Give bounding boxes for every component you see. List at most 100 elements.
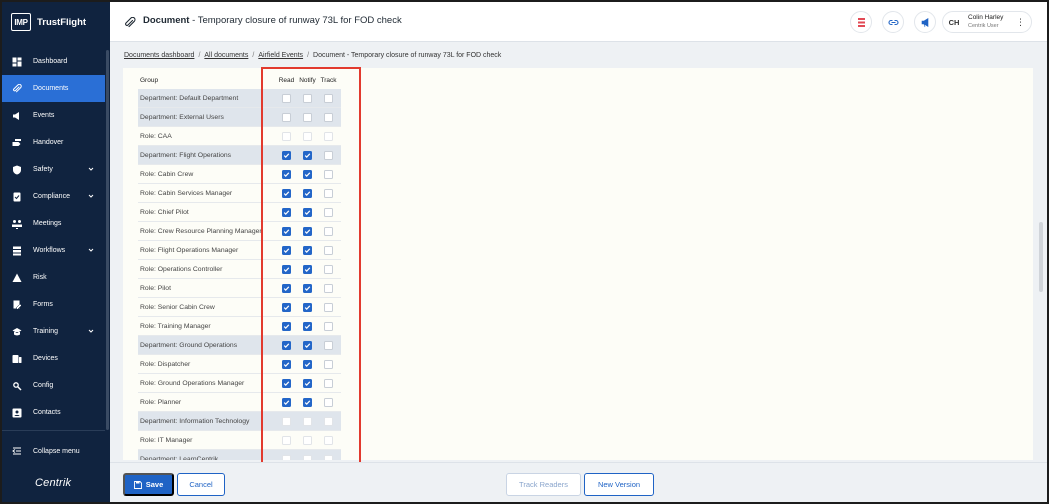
track-checkbox[interactable] [324, 188, 333, 198]
notify-checkbox[interactable] [303, 321, 312, 331]
group-name: Role: Training Manager [140, 322, 211, 330]
track-checkbox[interactable] [324, 264, 333, 274]
sidebar-item-meetings[interactable]: Meetings [2, 210, 105, 237]
track-checkbox[interactable] [324, 283, 333, 293]
table-row: Role: Ground Operations Manager [138, 374, 341, 393]
track-checkbox[interactable] [324, 131, 333, 141]
read-checkbox[interactable] [282, 321, 291, 331]
notify-checkbox[interactable] [303, 378, 312, 388]
notify-checkbox[interactable] [303, 454, 312, 460]
notify-checkbox[interactable] [303, 131, 312, 141]
track-checkbox[interactable] [324, 340, 333, 350]
read-checkbox[interactable] [282, 378, 291, 388]
track-checkbox[interactable] [324, 397, 333, 407]
read-checkbox[interactable] [282, 454, 291, 460]
notify-checkbox[interactable] [303, 150, 312, 160]
track-checkbox[interactable] [324, 321, 333, 331]
track-checkbox[interactable] [324, 359, 333, 369]
contacts-icon [12, 408, 22, 418]
track-checkbox[interactable] [324, 150, 333, 160]
notify-checkbox[interactable] [303, 283, 312, 293]
track-checkbox[interactable] [324, 169, 333, 179]
content-scrollbar[interactable] [1039, 222, 1043, 292]
read-cell [276, 150, 297, 160]
read-checkbox[interactable] [282, 416, 291, 426]
read-checkbox[interactable] [282, 397, 291, 407]
notify-checkbox[interactable] [303, 226, 312, 236]
notify-checkbox[interactable] [303, 188, 312, 198]
notify-checkbox[interactable] [303, 435, 312, 445]
notify-checkbox[interactable] [303, 302, 312, 312]
notify-checkbox[interactable] [303, 245, 312, 255]
track-checkbox[interactable] [324, 207, 333, 217]
read-checkbox[interactable] [282, 207, 291, 217]
read-checkbox[interactable] [282, 112, 291, 122]
read-checkbox[interactable] [282, 302, 291, 312]
read-checkbox[interactable] [282, 226, 291, 236]
read-cell [276, 359, 297, 369]
breadcrumb-airfield-events[interactable]: Airfield Events [258, 52, 303, 59]
read-checkbox[interactable] [282, 150, 291, 160]
track-readers-button[interactable]: Track Readers [506, 473, 581, 496]
breadcrumb-current: Document - Temporary closure of runway 7… [313, 52, 502, 59]
read-checkbox[interactable] [282, 245, 291, 255]
track-checkbox[interactable] [324, 93, 333, 103]
sidebar-item-training[interactable]: Training [2, 318, 105, 345]
sidebar-item-forms[interactable]: Forms [2, 291, 105, 318]
new-version-button[interactable]: New Version [584, 473, 654, 496]
read-checkbox[interactable] [282, 131, 291, 141]
read-checkbox[interactable] [282, 340, 291, 350]
breadcrumb-all-documents[interactable]: All documents [204, 52, 248, 59]
read-checkbox[interactable] [282, 93, 291, 103]
track-checkbox[interactable] [324, 454, 333, 460]
track-checkbox[interactable] [324, 245, 333, 255]
announce-button[interactable] [914, 11, 936, 33]
sidebar-item-devices[interactable]: Devices [2, 345, 105, 372]
notify-cell [297, 245, 318, 255]
notify-cell [297, 416, 318, 426]
sidebar-scrollbar[interactable] [106, 50, 109, 430]
sidebar-item-safety[interactable]: Safety [2, 156, 105, 183]
notify-checkbox[interactable] [303, 397, 312, 407]
cancel-button[interactable]: Cancel [177, 473, 225, 496]
track-checkbox[interactable] [324, 435, 333, 445]
sidebar-item-handover[interactable]: Handover [2, 129, 105, 156]
notify-checkbox[interactable] [303, 93, 312, 103]
track-checkbox[interactable] [324, 416, 333, 426]
sidebar-item-dashboard[interactable]: Dashboard [2, 48, 105, 75]
sidebar-item-documents[interactable]: Documents [2, 75, 105, 102]
track-checkbox[interactable] [324, 302, 333, 312]
user-menu[interactable]: CH Colin Harley Centrik User ⋮ [942, 11, 1032, 33]
sidebar-item-compliance[interactable]: Compliance [2, 183, 105, 210]
sidebar-item-config[interactable]: Config [2, 372, 105, 399]
sidebar-item-workflows[interactable]: Workflows [2, 237, 105, 264]
track-checkbox[interactable] [324, 226, 333, 236]
group-name: Role: Chief Pilot [140, 208, 189, 216]
notify-checkbox[interactable] [303, 112, 312, 122]
notify-checkbox[interactable] [303, 264, 312, 274]
read-checkbox[interactable] [282, 188, 291, 198]
notify-checkbox[interactable] [303, 359, 312, 369]
read-checkbox[interactable] [282, 169, 291, 179]
notify-checkbox[interactable] [303, 169, 312, 179]
track-checkbox[interactable] [324, 112, 333, 122]
brand-logo[interactable]: IMP TrustFlight [11, 13, 86, 31]
devices-icon [12, 354, 22, 364]
notify-checkbox[interactable] [303, 340, 312, 350]
read-checkbox[interactable] [282, 359, 291, 369]
read-checkbox[interactable] [282, 283, 291, 293]
notify-checkbox[interactable] [303, 207, 312, 217]
breadcrumb-documents-dashboard[interactable]: Documents dashboard [124, 52, 194, 59]
track-checkbox[interactable] [324, 378, 333, 388]
notify-checkbox[interactable] [303, 416, 312, 426]
sidebar-item-contacts[interactable]: Contacts [2, 399, 105, 426]
sidebar-item-risk[interactable]: Risk [2, 264, 105, 291]
read-checkbox[interactable] [282, 435, 291, 445]
stack-button[interactable] [850, 11, 872, 33]
link-button[interactable] [882, 11, 904, 33]
sidebar-item-events[interactable]: Events [2, 102, 105, 129]
save-button[interactable]: Save [123, 473, 174, 496]
read-checkbox[interactable] [282, 264, 291, 274]
collapse-menu-button[interactable]: Collapse menu [12, 446, 80, 456]
more-vertical-icon[interactable]: ⋮ [1016, 17, 1025, 27]
